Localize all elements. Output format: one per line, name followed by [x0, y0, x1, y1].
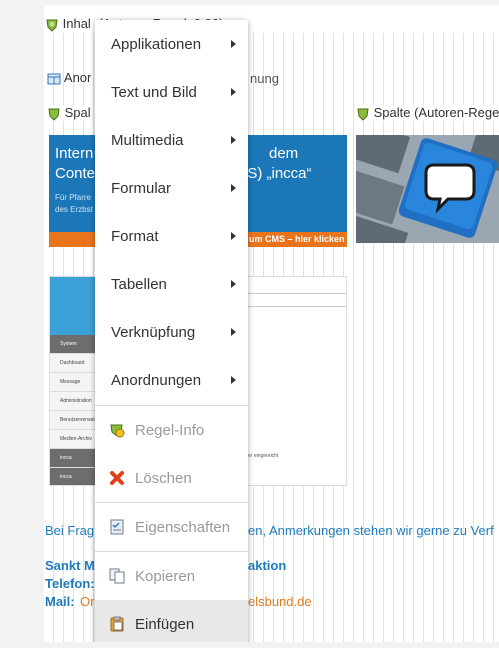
submenu-arrow-icon	[231, 280, 236, 288]
rule-shield-icon	[46, 19, 58, 32]
cms-item: incca	[50, 468, 96, 485]
editor-canvas: Inhal (Autoren-Regel: 0.90) Anor nung Sp…	[0, 0, 499, 648]
menu-item-label: Löschen	[135, 469, 192, 487]
cms-sidebar: System Dashboard Message Administration …	[50, 335, 104, 485]
submenu-arrow-icon	[231, 328, 236, 336]
footer-name-b: aktion	[248, 558, 287, 573]
menu-item-verknuepfung[interactable]: Verknüpfung	[95, 308, 248, 356]
footer-question-a: Bei Frag	[45, 523, 95, 538]
footer-mail-label: Mail:	[45, 594, 75, 609]
cms-header-graphic	[50, 277, 96, 335]
tree-row-anordnung[interactable]: Anor	[47, 70, 91, 86]
cms-item: Administration	[50, 392, 96, 411]
cms-item: Medien-Archiv	[50, 430, 96, 449]
menu-item-label: Anordnungen	[111, 371, 202, 389]
menu-item-applikationen[interactable]: Applikationen	[95, 20, 248, 68]
copy-icon	[109, 568, 125, 584]
column-header-label: Spalte (Autoren-Regel	[373, 105, 499, 120]
keyboard-illustration	[356, 135, 499, 243]
menu-item-label: Text und Bild	[111, 83, 197, 101]
tree-row-anordnung-suffix: nung	[250, 71, 279, 86]
column-header-2[interactable]: Spalte (Autoren-Regel	[356, 105, 499, 121]
submenu-arrow-icon	[231, 232, 236, 240]
delete-x-icon	[110, 471, 124, 485]
menu-item-label: Regel-Info	[135, 421, 205, 439]
paste-icon	[110, 616, 124, 632]
menu-item-label: Applikationen	[111, 35, 202, 53]
footer-name-a: Sankt M	[45, 558, 95, 573]
menu-item-einfuegen[interactable]: Einfügen	[95, 600, 248, 648]
menu-item-tabellen[interactable]: Tabellen	[95, 260, 248, 308]
rule-info-icon	[110, 424, 125, 438]
column-header-1[interactable]: Spal	[47, 105, 91, 121]
rule-shield-icon	[48, 108, 60, 121]
teaser-small1: Für Pfarre	[55, 193, 92, 202]
menu-item-text-und-bild[interactable]: Text und Bild	[95, 68, 248, 116]
menu-item-label: Einfügen	[135, 615, 195, 633]
layout-grid-icon	[47, 73, 61, 85]
keyboard-photo-image[interactable]	[356, 135, 499, 243]
teaser-line1b: dem	[269, 145, 299, 162]
submenu-arrow-icon	[231, 184, 236, 192]
properties-icon	[110, 519, 124, 535]
tree-row-label: Inhal	[62, 16, 91, 31]
cms-item: incca	[50, 449, 96, 468]
footer-mail-link-a[interactable]: Or	[80, 594, 94, 609]
menu-item-label: Formular	[111, 179, 172, 197]
context-menu: Applikationen Text und Bild Multimedia F…	[95, 20, 248, 648]
footer-question-b: en, Anmerkungen stehen wir gerne zu Verf	[248, 523, 494, 538]
menu-item-loeschen[interactable]: Löschen	[95, 454, 248, 502]
menu-item-kopieren[interactable]: Kopieren	[95, 552, 248, 600]
bottom-edge	[0, 642, 499, 648]
menu-item-eigenschaften[interactable]: Eigenschaften	[95, 503, 248, 551]
submenu-arrow-icon	[231, 40, 236, 48]
menu-item-label: Verknüpfung	[111, 323, 196, 341]
menu-item-label: Multimedia	[111, 131, 184, 149]
tree-row-label: Anor	[63, 70, 92, 85]
menu-item-regel-info[interactable]: Regel-Info	[95, 406, 248, 454]
teaser-link-text: um CMS – hier klicken	[249, 234, 345, 244]
column-header-label: Spal	[64, 105, 91, 120]
cms-item: Dashboard	[50, 354, 96, 373]
menu-item-format[interactable]: Format	[95, 212, 248, 260]
teaser-small2: des Erzbst	[55, 205, 93, 214]
rule-shield-icon	[357, 108, 369, 121]
submenu-arrow-icon	[231, 88, 236, 96]
menu-item-label: Format	[111, 227, 159, 245]
submenu-arrow-icon	[231, 136, 236, 144]
cms-item: Benutzerverwaltung	[50, 411, 104, 430]
menu-item-label: Kopieren	[135, 567, 196, 585]
cms-item: System	[50, 335, 96, 354]
menu-item-formular[interactable]: Formular	[95, 164, 248, 212]
menu-item-anordnungen[interactable]: Anordnungen	[95, 356, 248, 404]
menu-item-label: Eigenschaften	[135, 518, 231, 536]
teaser-line1a: Intern	[55, 145, 94, 162]
menu-item-label: Tabellen	[111, 275, 167, 293]
submenu-arrow-icon	[231, 376, 236, 384]
menu-item-multimedia[interactable]: Multimedia	[95, 116, 248, 164]
teaser-line2a: Conte	[55, 165, 96, 182]
footer-phone-label: Telefon:	[45, 576, 95, 591]
cms-item: Message	[50, 373, 96, 392]
footer-mail-link-b[interactable]: elsbund.de	[248, 594, 312, 609]
